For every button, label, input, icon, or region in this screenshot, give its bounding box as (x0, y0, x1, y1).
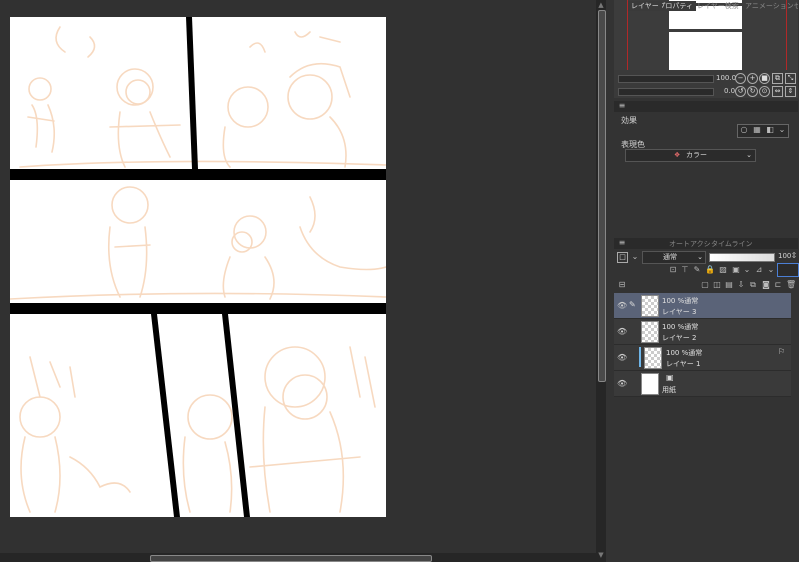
lock-transparent-icon[interactable]: ▨ (718, 265, 728, 275)
rotate-slider[interactable] (618, 88, 714, 96)
layer-mode-opacity: 100 %通常 (662, 297, 699, 305)
layer-color-icon[interactable]: ◧ (765, 125, 775, 135)
transfer-down-icon[interactable]: ⇩ (736, 280, 746, 290)
border-effect-icon[interactable]: ○ (739, 125, 749, 135)
horizontal-scroll-thumb[interactable] (150, 555, 432, 562)
layer-mask-icon[interactable]: ◙ (761, 280, 771, 290)
flip-icon[interactable]: ⇔ (772, 86, 783, 97)
zoom-value: 100.0 (716, 74, 737, 82)
effect-label: 効果 (621, 116, 637, 125)
tab-layer[interactable]: レイヤー (628, 1, 662, 11)
eye-icon[interactable]: 👁 (617, 301, 627, 310)
fit-view-icon[interactable]: ■ (759, 73, 770, 84)
layer-name: 用紙 (662, 386, 676, 394)
reset-rotate-icon[interactable]: ⊙ (759, 86, 770, 97)
chevron-down-icon[interactable]: ⌄ (766, 265, 776, 275)
chevron-down-icon[interactable]: ⌄ (742, 265, 752, 275)
layer-mode-opacity: 100 %通常 (666, 349, 703, 357)
chevron-down-icon: ⌄ (746, 151, 752, 159)
tab-auto-action[interactable]: オートアクション (666, 239, 710, 249)
layer-color-square-icon[interactable]: □ (617, 252, 628, 263)
reference-icon: ⚐ (778, 347, 786, 356)
scroll-up-arrow[interactable]: ▲ (597, 1, 605, 9)
eye-icon[interactable]: 👁 (617, 379, 627, 388)
panel-menu-icon[interactable]: ≡ (617, 101, 627, 111)
clip-to-layer-below-icon[interactable]: ⊡ (668, 265, 678, 275)
layer-row-paper[interactable]: 👁 ▣ 用紙 (614, 371, 791, 397)
layer-thumbnail (641, 295, 659, 317)
pencil-icon: ✎ (629, 300, 636, 309)
flip-horizontal-icon[interactable]: ⧉ (772, 73, 783, 84)
tab-label: アニメーションセル (745, 2, 798, 10)
tab-timeline[interactable]: タイムライン (708, 239, 766, 249)
expression-color-select[interactable]: ❖ カラー ⌄ (625, 149, 756, 162)
chevron-down-icon: ⌄ (697, 253, 703, 261)
layer-name: レイヤー 3 (662, 308, 697, 316)
new-raster-layer-icon[interactable]: ▢ (700, 280, 710, 290)
panel-menu-icon[interactable]: ≡ (617, 238, 627, 248)
ruler-icon[interactable]: ⊿ (754, 265, 764, 275)
tab-animation-cel[interactable]: アニメーションセル (742, 1, 798, 11)
mask-icon[interactable]: ▣ (731, 265, 741, 275)
layer-name: レイヤー 2 (662, 334, 697, 342)
blend-mode-value: 通常 (663, 253, 677, 261)
tab-label: レイヤー (631, 2, 659, 10)
fit-window-icon[interactable]: ⤡ (785, 73, 796, 84)
horizontal-scrollbar[interactable] (0, 553, 596, 562)
apply-mask-icon[interactable]: ⊏ (773, 280, 783, 290)
lock-icon[interactable]: 🔒 (705, 265, 715, 275)
draft-layer-marker (639, 347, 641, 367)
vertical-scrollbar[interactable]: ▲ ▼ (596, 0, 606, 562)
draft-layer-icon[interactable]: ✎ (692, 265, 702, 275)
effect-dropdown-icon[interactable]: ⌄ (777, 125, 787, 135)
trash-icon[interactable]: 🗑 (786, 280, 796, 290)
manga-sketch-artwork (10, 17, 386, 517)
zoom-in-icon[interactable]: + (747, 73, 758, 84)
merge-layer-icon[interactable]: ⧉ (748, 280, 758, 290)
layer-name: レイヤー 1 (666, 360, 701, 368)
canvas-area[interactable] (0, 0, 596, 562)
layer-thumbnail (641, 321, 659, 343)
layer-row-2[interactable]: 👁 100 %通常 レイヤー 2 (614, 319, 791, 345)
new-vector-layer-icon[interactable]: ◫ (712, 280, 722, 290)
chevron-down-icon[interactable]: ⌄ (630, 252, 640, 262)
flip-vertical-icon[interactable]: ⇕ (785, 86, 796, 97)
layer-mode-opacity: 100 %通常 (662, 323, 699, 331)
reference-layer-icon[interactable]: ⊤ (680, 265, 690, 275)
eye-icon[interactable]: 👁 (617, 327, 627, 336)
rotate-left-icon[interactable]: ↺ (735, 86, 746, 97)
layer-row-1[interactable]: 👁 100 %通常 レイヤー 1 ⚐ (614, 345, 791, 371)
zoom-out-icon[interactable]: − (735, 73, 746, 84)
opacity-slider[interactable] (709, 253, 775, 262)
vertical-scroll-thumb[interactable] (598, 10, 606, 382)
tab-label: レイヤー検索 (697, 2, 739, 10)
tab-layer-search[interactable]: レイヤー検索 (694, 1, 742, 11)
color-mode-icon: ❖ (674, 151, 681, 159)
property-tab-bar (614, 101, 798, 112)
layer-row-3[interactable]: 👁 ✎ 100 %通常 レイヤー 3 (614, 293, 791, 319)
tab-label: オートアクション (669, 240, 710, 248)
manga-page[interactable] (10, 17, 386, 517)
tab-label: タイムライン (711, 240, 753, 248)
paper-layer-icon: ▣ (666, 373, 674, 382)
rotate-value: 0.0 (724, 87, 736, 95)
layer-thumbnail (641, 373, 659, 395)
tone-effect-icon[interactable]: ▦ (752, 125, 762, 135)
eye-icon[interactable]: 👁 (617, 353, 627, 362)
layer-panel-split-icon[interactable]: ⊟ (617, 280, 627, 290)
new-folder-icon[interactable]: ▤ (724, 280, 734, 290)
opacity-spinner-icon[interactable]: ⇕ (789, 251, 799, 261)
zoom-slider[interactable] (618, 75, 714, 83)
rotate-right-icon[interactable]: ↻ (747, 86, 758, 97)
scroll-down-arrow[interactable]: ▼ (597, 551, 605, 559)
layer-thumbnail (644, 347, 662, 369)
layer-color-picker[interactable] (777, 263, 799, 277)
expression-color-value: カラー (686, 151, 707, 159)
blend-mode-select[interactable]: 通常 ⌄ (642, 251, 706, 264)
